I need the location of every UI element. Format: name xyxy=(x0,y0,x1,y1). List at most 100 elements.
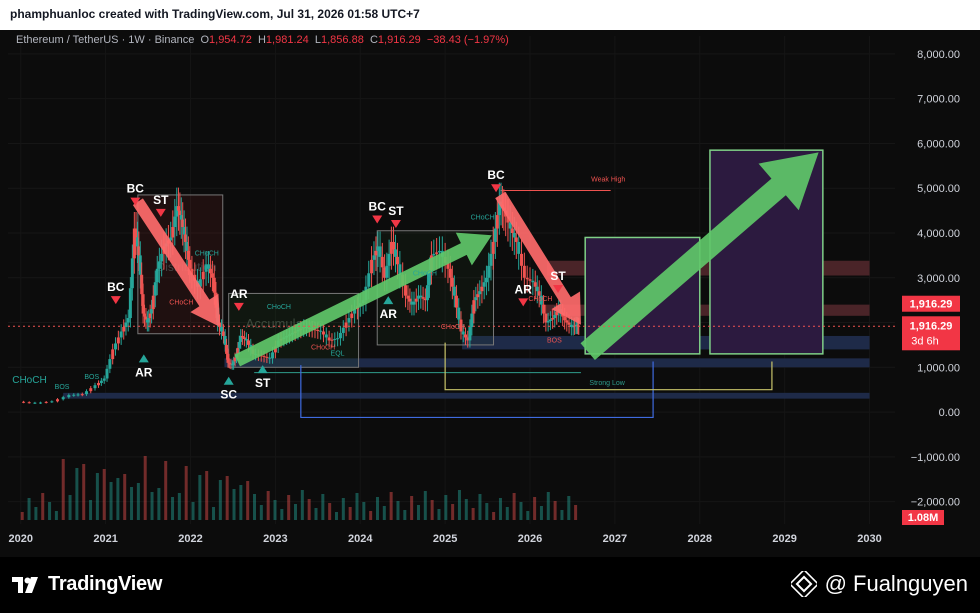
volume-bar xyxy=(567,496,571,520)
candle-body xyxy=(160,253,164,262)
choch-tag: CHoCH xyxy=(471,215,495,222)
price-chart[interactable]: 8,000.00 7,000.00 6,000.00 5,000.00 4,000.00… xyxy=(0,30,980,557)
candle-body xyxy=(474,297,478,301)
volume-bar xyxy=(355,493,359,520)
low-value: 1,856.88 xyxy=(321,34,364,46)
candle-body xyxy=(437,250,441,253)
volume-bar xyxy=(41,493,45,520)
candle-body xyxy=(367,273,371,287)
candle-body xyxy=(105,368,109,379)
volume-bar xyxy=(212,507,216,520)
candle-body xyxy=(130,258,134,289)
support-zone-low xyxy=(63,392,870,399)
wyckoff-label: AR xyxy=(135,365,153,379)
chart-area[interactable]: 8,000.00 7,000.00 6,000.00 5,000.00 4,000.00… xyxy=(0,30,980,558)
choch-tag: CHoCH xyxy=(413,271,437,278)
candle-body xyxy=(316,329,320,331)
candle-body xyxy=(72,394,76,396)
candle-body xyxy=(387,253,391,266)
volume-bar xyxy=(102,469,106,520)
volume-bar xyxy=(307,499,311,520)
candle-body xyxy=(495,215,499,229)
candle-body xyxy=(517,241,521,254)
volume-bar xyxy=(512,493,516,520)
volume-bar xyxy=(109,482,113,520)
volume-bar xyxy=(519,502,523,520)
candle-body xyxy=(22,401,26,403)
wyckoff-up-marker xyxy=(138,354,149,363)
tradingview-logo-icon xyxy=(12,576,38,593)
candle-body xyxy=(319,330,323,332)
volume-bar xyxy=(136,483,140,520)
volume-bar xyxy=(526,511,530,520)
candle-body xyxy=(108,359,112,369)
choch-tag: CHoCH xyxy=(528,296,552,303)
volume-bar xyxy=(171,497,175,520)
candle-body xyxy=(482,282,486,287)
wyckoff-label: SC xyxy=(220,388,237,402)
candle-body xyxy=(408,298,412,302)
candle-body xyxy=(555,312,559,316)
candle-body xyxy=(533,282,537,287)
volume-bar xyxy=(300,490,304,520)
y-tick-label: 3,000.00 xyxy=(917,273,960,285)
candle-body xyxy=(414,298,418,302)
x-tick-label: 2030 xyxy=(857,533,881,545)
volume-bar xyxy=(143,456,147,520)
volume-bar xyxy=(553,501,557,520)
volume-bar xyxy=(191,502,195,520)
x-tick-label: 2024 xyxy=(348,533,373,545)
choch-tag: CHoCH xyxy=(169,300,193,307)
candle-body xyxy=(514,237,518,242)
candle-body xyxy=(493,228,497,242)
candle-body xyxy=(39,402,43,404)
candle-body xyxy=(380,256,384,268)
volume-bar xyxy=(280,509,284,520)
wyckoff-down-marker xyxy=(390,220,401,229)
candle-body xyxy=(421,297,425,299)
candle-body xyxy=(67,395,71,398)
wyckoff-label: ST xyxy=(153,193,169,207)
choch-tag: CHoCH xyxy=(195,250,219,257)
wyckoff-label: ST xyxy=(550,269,566,283)
wyckoff-label: BC xyxy=(487,168,505,182)
candle-body xyxy=(461,331,465,335)
volume-tag: 1.08M xyxy=(908,512,939,524)
volume-bar xyxy=(34,507,38,520)
ohlc-legend: Ethereum / TetherUS · 1W · Binance O1,95… xyxy=(16,34,509,46)
bos-tag: BOS xyxy=(55,384,70,391)
tradingview-logo[interactable]: TradingView xyxy=(12,573,162,596)
x-tick-label: 2029 xyxy=(772,533,796,545)
candle-body xyxy=(271,352,275,359)
candle-body xyxy=(347,318,351,323)
candle-body xyxy=(478,291,482,295)
volume-bar xyxy=(157,488,161,520)
change-value: −38.43 (−1.97%) xyxy=(426,34,509,46)
x-tick-label: 2026 xyxy=(518,533,542,545)
candle-body xyxy=(114,343,118,350)
volume-bar xyxy=(328,503,332,520)
y-tick-label: 8,000.00 xyxy=(917,49,960,61)
candle-body xyxy=(80,394,84,396)
y-tick-label: 7,000.00 xyxy=(917,94,960,106)
volume-bar xyxy=(54,511,58,520)
candle-body xyxy=(155,268,159,283)
candle-body xyxy=(157,261,161,269)
candle-body xyxy=(464,334,468,338)
volume-bar xyxy=(89,500,93,520)
candle-body xyxy=(457,307,461,320)
volume-bar xyxy=(437,509,441,520)
volume-bar xyxy=(68,495,72,520)
x-tick-label: 2020 xyxy=(8,533,32,545)
candle-body xyxy=(336,338,340,340)
volume-bar xyxy=(375,497,379,520)
candle-body xyxy=(208,268,212,274)
candle-body xyxy=(119,331,123,338)
candle-body xyxy=(212,277,216,293)
candle-body xyxy=(244,338,248,341)
volume-bar xyxy=(130,487,134,520)
volume-bar xyxy=(314,508,318,520)
close-label: C xyxy=(369,34,378,46)
x-tick-label: 2027 xyxy=(603,533,627,545)
volume-bar xyxy=(150,492,154,520)
